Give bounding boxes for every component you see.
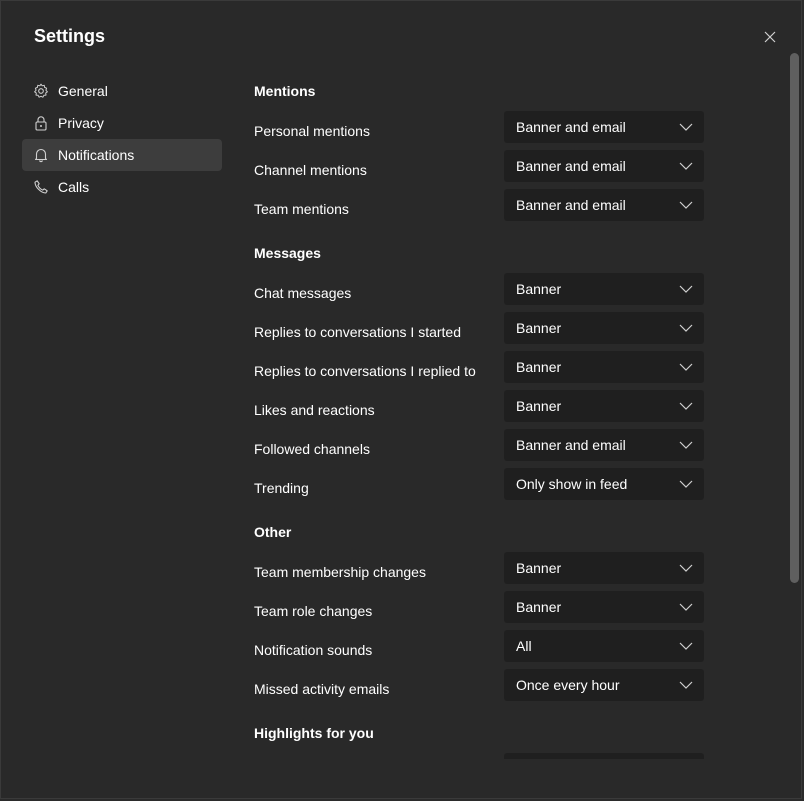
dropdown-value: Only show in feed bbox=[516, 476, 628, 492]
followed-channels-dropdown[interactable]: Banner and email bbox=[504, 429, 704, 461]
replies-started-dropdown[interactable]: Banner bbox=[504, 312, 704, 344]
dropdown-value: Banner and email bbox=[516, 158, 626, 174]
personal-mentions-dropdown[interactable]: Banner and email bbox=[504, 111, 704, 143]
team-role-label: Team role changes bbox=[254, 603, 373, 619]
trending-label: Trending bbox=[254, 480, 309, 496]
missed-activity-label: Missed activity emails bbox=[254, 681, 390, 697]
scrollbar-thumb[interactable] bbox=[790, 53, 799, 583]
settings-sidebar: General Privacy Notifications Calls bbox=[22, 75, 222, 203]
chevron-down-icon bbox=[678, 359, 694, 375]
notifications-panel: Mentions Personal mentions Banner and em… bbox=[254, 75, 714, 759]
chevron-down-icon bbox=[678, 560, 694, 576]
followed-channels-label: Followed channels bbox=[254, 441, 370, 457]
dropdown-value: Banner bbox=[516, 398, 562, 414]
dropdown-value: Banner bbox=[516, 599, 562, 615]
chevron-down-icon bbox=[678, 638, 694, 654]
sidebar-item-label: General bbox=[58, 83, 108, 99]
replies-started-label: Replies to conversations I started bbox=[254, 324, 461, 340]
notification-sounds-label: Notification sounds bbox=[254, 642, 373, 658]
replies-replied-label: Replies to conversations I replied to bbox=[254, 363, 476, 379]
bell-icon bbox=[33, 147, 49, 163]
sidebar-item-label: Calls bbox=[58, 179, 90, 195]
chevron-down-icon bbox=[678, 320, 694, 336]
chevron-down-icon bbox=[678, 281, 694, 297]
sidebar-item-calls[interactable]: Calls bbox=[22, 171, 222, 203]
personal-mentions-label: Personal mentions bbox=[254, 123, 370, 139]
team-role-dropdown[interactable]: Banner bbox=[504, 591, 704, 623]
dropdown-value: Banner and email bbox=[516, 119, 626, 135]
dropdown-value: Banner and email bbox=[516, 197, 626, 213]
sidebar-item-privacy[interactable]: Privacy bbox=[22, 107, 222, 139]
dropdown-value: Banner bbox=[516, 359, 562, 375]
settings-dialog: Settings General Privacy Notifications C… bbox=[0, 0, 802, 799]
chevron-down-icon bbox=[678, 476, 694, 492]
dialog-title: Settings bbox=[34, 26, 106, 46]
section-other-title: Other bbox=[254, 524, 292, 540]
team-mentions-label: Team mentions bbox=[254, 201, 349, 217]
chevron-down-icon bbox=[678, 197, 694, 213]
lock-icon bbox=[33, 115, 49, 131]
dropdown-value: Banner bbox=[516, 560, 562, 576]
channel-mentions-dropdown[interactable]: Banner and email bbox=[504, 150, 704, 182]
dropdown-value: All bbox=[516, 638, 532, 654]
likes-reactions-label: Likes and reactions bbox=[254, 402, 375, 418]
dropdown-value: Banner and email bbox=[516, 437, 626, 453]
section-messages-title: Messages bbox=[254, 245, 321, 261]
likes-reactions-dropdown[interactable]: Banner bbox=[504, 390, 704, 422]
phone-icon bbox=[33, 179, 49, 195]
channel-mentions-label: Channel mentions bbox=[254, 162, 367, 178]
gear-icon bbox=[33, 83, 49, 99]
dropdown-value: Once every hour bbox=[516, 677, 620, 693]
dropdown-value: Banner bbox=[516, 281, 562, 297]
notification-sounds-dropdown[interactable]: All bbox=[504, 630, 704, 662]
chevron-down-icon bbox=[678, 599, 694, 615]
trending-dropdown[interactable]: Only show in feed bbox=[504, 468, 704, 500]
chevron-down-icon bbox=[678, 119, 694, 135]
chevron-down-icon bbox=[678, 677, 694, 693]
sidebar-item-label: Notifications bbox=[58, 147, 135, 163]
chat-messages-label: Chat messages bbox=[254, 285, 352, 301]
sidebar-item-label: Privacy bbox=[58, 115, 104, 131]
close-button[interactable] bbox=[760, 27, 780, 47]
team-membership-dropdown[interactable]: Banner bbox=[504, 552, 704, 584]
team-mentions-dropdown[interactable]: Banner and email bbox=[504, 189, 704, 221]
close-icon bbox=[764, 31, 776, 43]
replies-replied-dropdown[interactable]: Banner bbox=[504, 351, 704, 383]
section-highlights-title: Highlights for you bbox=[254, 725, 374, 741]
dropdown-value: Banner bbox=[516, 320, 562, 336]
section-mentions-title: Mentions bbox=[254, 83, 316, 99]
missed-activity-dropdown[interactable]: Once every hour bbox=[504, 669, 704, 701]
highlights-dropdown-partial[interactable] bbox=[504, 753, 704, 759]
sidebar-item-general[interactable]: General bbox=[22, 75, 222, 107]
chevron-down-icon bbox=[678, 158, 694, 174]
chat-messages-dropdown[interactable]: Banner bbox=[504, 273, 704, 305]
chevron-down-icon bbox=[678, 398, 694, 414]
chevron-down-icon bbox=[678, 437, 694, 453]
sidebar-item-notifications[interactable]: Notifications bbox=[22, 139, 222, 171]
team-membership-label: Team membership changes bbox=[254, 564, 426, 580]
